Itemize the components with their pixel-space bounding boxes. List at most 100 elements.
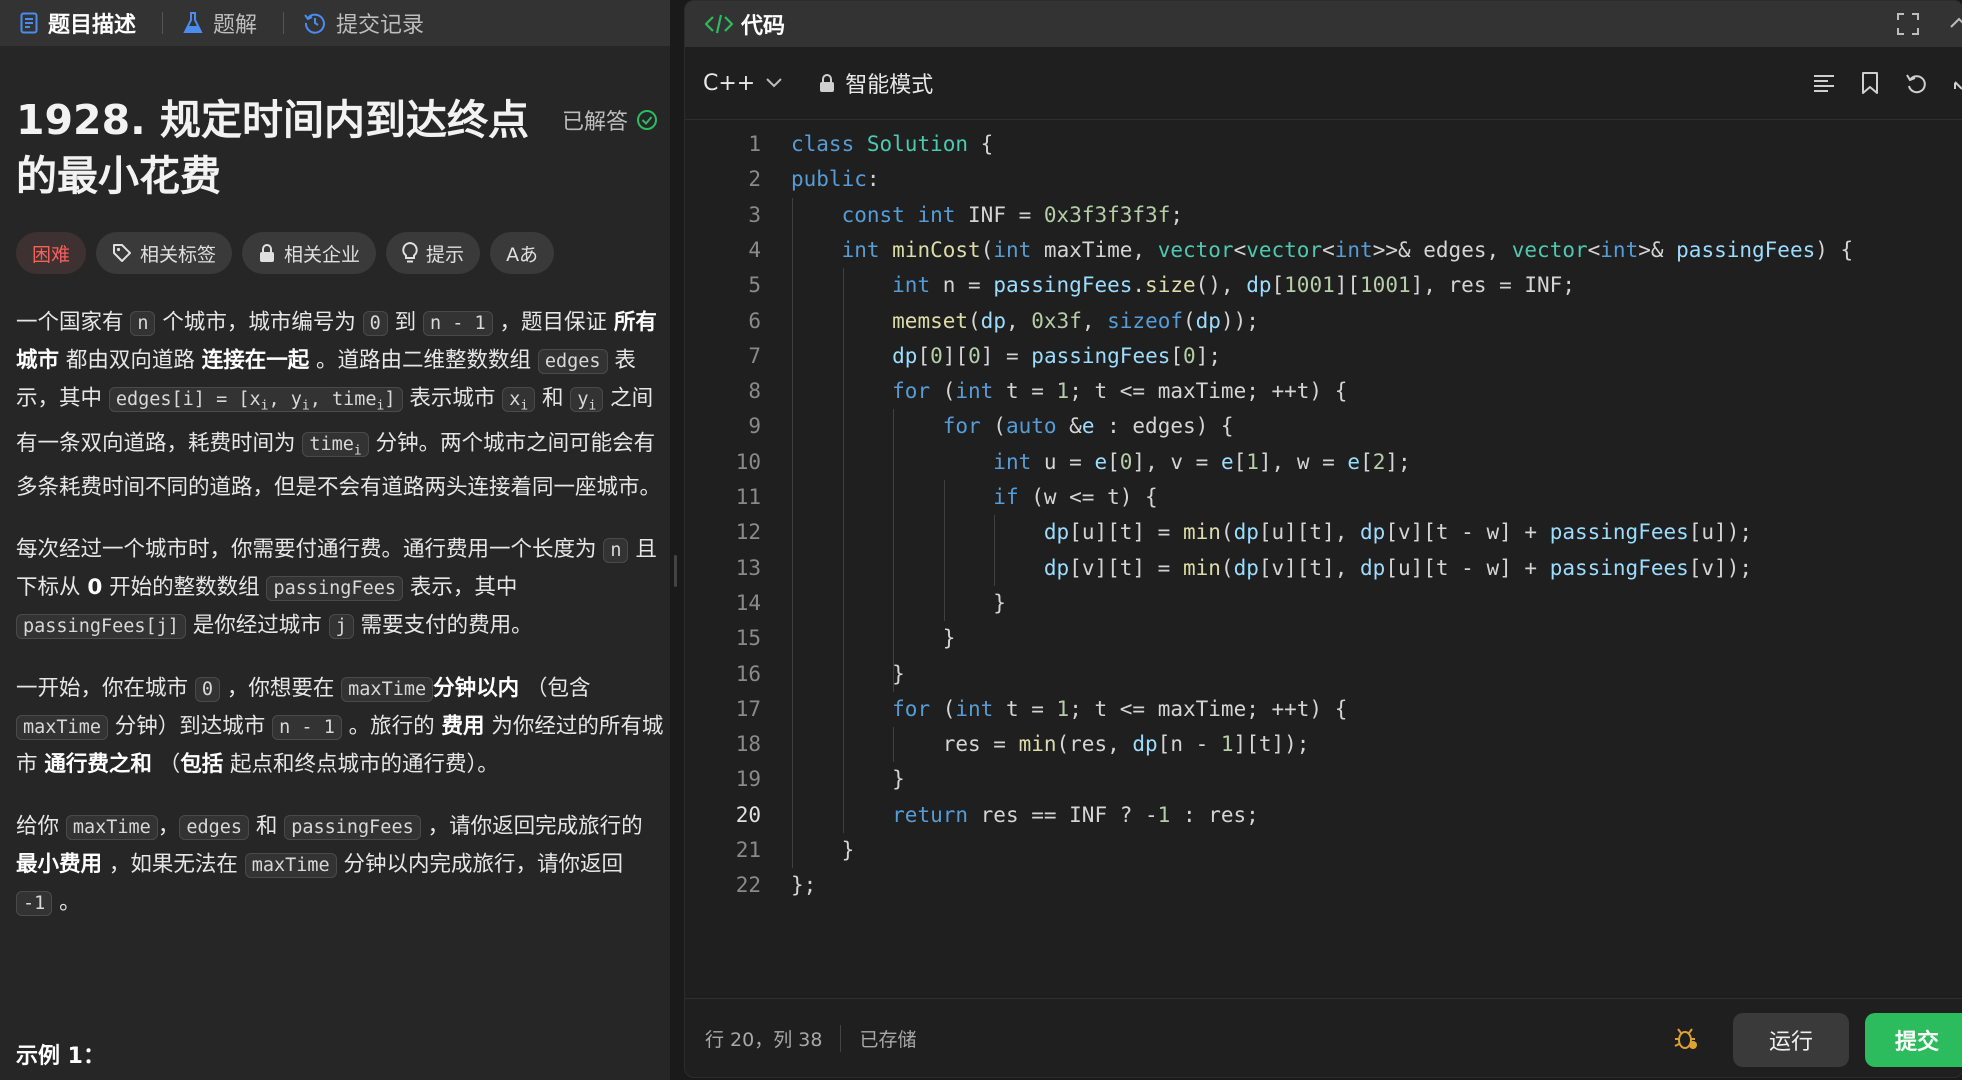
translate-button[interactable]: Aあ [490, 232, 555, 274]
submit-button[interactable]: 提交 [1865, 1013, 1962, 1067]
description-paragraph-2: 每次经过一个城市时，你需要付通行费。通行费用一个长度为 n 且下标从 0 开始的… [16, 537, 657, 640]
language-select[interactable]: C++ [703, 71, 783, 96]
bookmark-icon[interactable] [1861, 72, 1879, 94]
solved-status: 已解答 [562, 104, 658, 136]
fullscreen-icon[interactable] [1897, 13, 1919, 35]
related-companies-label: 相关企业 [284, 243, 361, 266]
code-n: n [130, 311, 156, 336]
run-button[interactable]: 运行 [1733, 1013, 1849, 1067]
code-j: j [328, 614, 354, 640]
code-maxtime: maxTime [16, 715, 108, 741]
code-line[interactable]: dp[u][t] = min(dp[u][t], dp[v][t - w] + … [791, 515, 1752, 550]
indent-guide [792, 197, 793, 869]
line-number: 3 [748, 202, 761, 227]
line-number: 12 [735, 520, 761, 545]
code-maxtime: maxTime [244, 853, 337, 879]
problem-title: 1928. 规定时间内到达终点的最小花费 [16, 96, 529, 200]
line-number: 10 [735, 449, 761, 474]
line-number: 2 [748, 167, 761, 192]
code-passingfees: passingFees [266, 576, 404, 602]
tab-submissions[interactable]: 提交记录 [284, 0, 434, 46]
code-passingfees-j: passingFees[j] [16, 614, 186, 640]
code-line[interactable]: } [791, 621, 956, 656]
tag-icon [113, 244, 132, 262]
code-edges: edges [537, 349, 608, 374]
code-line[interactable]: for (auto &e : edges) { [791, 409, 1234, 444]
code-negative-one: -1 [16, 891, 53, 917]
code-panel: 代码 C++ 智能模式 1 2 3 4 5 6 7 8 9 10 11 12 13 14 15 16 17 18 1… [684, 0, 1962, 1078]
code-line[interactable]: int u = e[0], v = e[1], w = e[2]; [791, 445, 1410, 480]
smart-mode-toggle[interactable]: 智能模式 [819, 67, 933, 99]
expand-icon[interactable] [1953, 72, 1962, 94]
indent-guide [842, 268, 844, 833]
hint-button[interactable]: 提示 [386, 232, 481, 274]
code-xi: xi [502, 387, 536, 414]
code-line[interactable]: }; [791, 868, 816, 903]
check-circle-icon [637, 110, 658, 130]
code-line[interactable]: class Solution { [791, 127, 993, 162]
code-line[interactable]: return res == INF ? -1 : res; [791, 798, 1259, 833]
line-number: 9 [748, 414, 761, 439]
code-line[interactable]: } [791, 586, 1006, 621]
code-line[interactable]: int n = passingFees.size(), dp[1001][100… [791, 268, 1575, 303]
reset-icon[interactable] [1905, 72, 1927, 94]
collapse-icon[interactable] [1949, 13, 1962, 35]
line-number: 1 [748, 132, 761, 156]
code-line[interactable]: dp[v][t] = min(dp[v][t], dp[u][t - w] + … [791, 551, 1752, 586]
line-number: 15 [735, 626, 761, 651]
tab-description-label: 题目描述 [48, 13, 137, 38]
code-line[interactable]: } [791, 762, 905, 797]
line-number: 21 [735, 838, 761, 862]
line-number: 22 [735, 873, 761, 898]
problem-description: 一个国家有 n 个城市，城市编号为 0 到 n - 1 ，题目保证 所有城市 都… [16, 304, 666, 947]
related-companies-button[interactable]: 相关企业 [242, 232, 377, 274]
line-number: 8 [748, 379, 761, 404]
code-line[interactable]: } [791, 833, 855, 868]
tab-solutions-label: 题解 [213, 13, 258, 38]
debug-bug-icon[interactable] [1673, 1025, 1699, 1051]
header-actions [1897, 1, 1962, 47]
document-icon [20, 12, 38, 34]
code-line[interactable]: if (w <= t) { [791, 480, 1157, 515]
code-line[interactable]: public: [791, 162, 880, 197]
code-line[interactable]: for (int t = 1; t <= maxTime; ++t) { [791, 374, 1347, 409]
code-line[interactable]: res = min(res, dp[n - 1][t]); [791, 727, 1310, 762]
code-yi: yi [570, 387, 604, 414]
save-status: 已存储 [840, 1024, 916, 1052]
code-passingfees: passingFees [284, 815, 421, 841]
panel-splitter[interactable] [670, 0, 682, 1080]
line-number: 5 [748, 273, 761, 298]
description-paragraph-3: 一开始，你在城市 0 ，你想要在 maxTime 分钟以内 （包含 maxTime… [16, 676, 664, 778]
related-tags-button[interactable]: 相关标签 [96, 232, 233, 274]
code-line[interactable]: int minCost(int maxTime, vector<vector<i… [791, 233, 1854, 268]
hint-label: 提示 [426, 243, 465, 266]
splitter-grip[interactable] [674, 555, 677, 587]
code-line[interactable]: dp[0][0] = passingFees[0]; [791, 339, 1221, 374]
code-editor[interactable]: 1 2 3 4 5 6 7 8 9 10 11 12 13 14 15 16 17 18 19 20 21 22 clas… [685, 127, 1962, 947]
tab-solutions[interactable]: 题解 [163, 0, 267, 46]
code-line[interactable]: memset(dp, 0x3f, sizeof(dp)); [791, 304, 1259, 339]
problem-panel: 题目描述 题解 提交记录 1928. 规定时间内到达终点的最小花费 已解答 困难… [0, 0, 670, 1080]
code-maxtime: maxTime [341, 677, 434, 703]
related-tags-label: 相关标签 [140, 243, 217, 266]
left-tab-bar: 题目描述 题解 提交记录 [0, 0, 670, 46]
difficulty-badge[interactable]: 困难 [16, 232, 87, 274]
code-line[interactable]: } [791, 657, 905, 692]
format-icon[interactable] [1813, 73, 1835, 93]
code-panel-title: 代码 [705, 8, 785, 40]
line-number: 13 [735, 555, 761, 580]
lightbulb-icon [402, 242, 418, 263]
code-maxtime: maxTime [65, 815, 158, 841]
language-label: C++ [703, 70, 756, 96]
line-number: 18 [735, 732, 761, 757]
editor-tool-icons [1813, 47, 1962, 119]
translate-icon: Aあ [506, 243, 539, 266]
line-number: 11 [735, 485, 761, 509]
code-line[interactable]: for (int t = 1; t <= maxTime; ++t) { [791, 692, 1347, 727]
code-edges-i: edges[i] = [xi, yi, timei] [108, 387, 403, 414]
code-n-minus-1: n - 1 [272, 715, 342, 741]
line-number: 19 [735, 767, 761, 792]
line-number: 14 [735, 590, 761, 615]
tab-description[interactable]: 题目描述 [0, 0, 146, 46]
code-line[interactable]: const int INF = 0x3f3f3f3f; [791, 198, 1183, 233]
